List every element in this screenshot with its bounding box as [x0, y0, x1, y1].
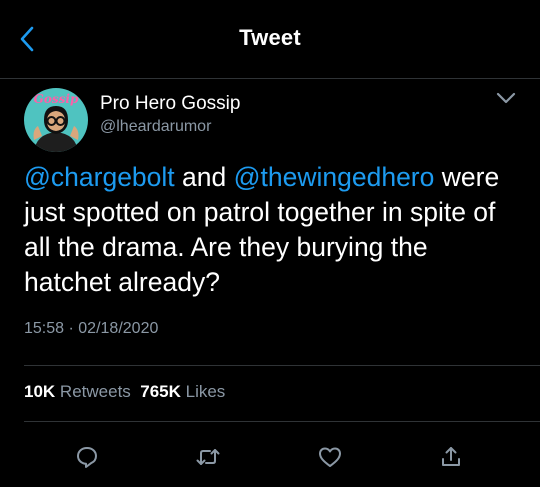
- heart-icon: [319, 447, 341, 467]
- avatar-image: Gossip: [24, 88, 88, 152]
- avatar-logo-text: Gossip: [34, 92, 79, 106]
- tweet-timestamp[interactable]: 15:58 · 02/18/2020: [24, 320, 158, 338]
- share-icon: [442, 447, 460, 466]
- mention-link[interactable]: @thewingedhero: [234, 162, 435, 192]
- divider: [24, 421, 540, 422]
- meta-separator: ·: [68, 320, 74, 337]
- author-name[interactable]: Pro Hero Gossip: [100, 93, 240, 115]
- likes-label: Likes: [185, 382, 226, 401]
- more-options-button[interactable]: [493, 85, 519, 111]
- likes-count: 765K: [140, 382, 181, 401]
- tweet-text: @chargebolt and @thewingedhero were just…: [24, 160, 519, 300]
- tweet-text-conj: and: [174, 162, 234, 192]
- reply-button[interactable]: [70, 440, 104, 474]
- top-bar: Tweet: [0, 0, 540, 79]
- chevron-down-icon: [496, 92, 516, 104]
- reply-icon: [77, 447, 97, 468]
- retweet-button[interactable]: [191, 440, 225, 474]
- action-bar: [0, 440, 540, 474]
- retweet-icon: [196, 449, 220, 465]
- divider: [24, 365, 540, 366]
- tweet-date: 02/18/2020: [78, 320, 159, 337]
- retweets-count: 10K: [24, 382, 56, 401]
- author-handle[interactable]: @lheardarumor: [100, 118, 211, 136]
- mention-link[interactable]: @chargebolt: [24, 162, 175, 192]
- avatar[interactable]: Gossip: [24, 88, 88, 152]
- tweet-stats: 10K Retweets 765K Likes: [24, 382, 225, 402]
- page-title: Tweet: [239, 25, 301, 50]
- share-button[interactable]: [434, 440, 468, 474]
- tweet-time: 15:58: [24, 320, 65, 337]
- likes-stat[interactable]: 765K Likes: [140, 382, 225, 401]
- retweets-label: Retweets: [59, 382, 131, 401]
- retweets-stat[interactable]: 10K Retweets: [24, 382, 131, 401]
- like-button[interactable]: [313, 440, 347, 474]
